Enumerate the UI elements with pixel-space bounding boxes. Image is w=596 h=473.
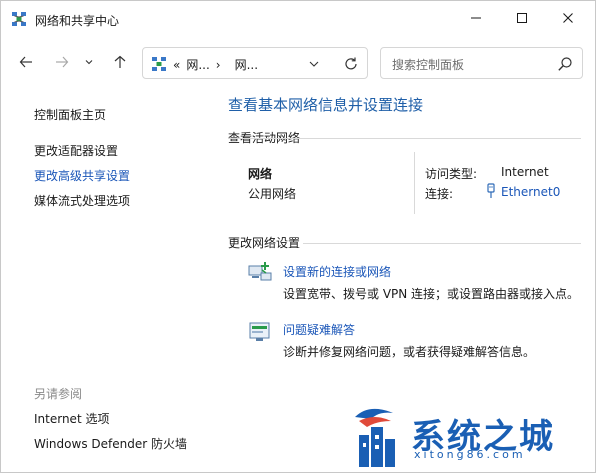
refresh-icon[interactable] xyxy=(343,56,359,72)
network-sharing-window: 网络和共享中心 « 网... › 网... 搜索控制面板 控制面板主页 更改适配… xyxy=(0,0,596,473)
access-type-value: Internet xyxy=(501,165,549,179)
see-also-internet-options[interactable]: Internet 选项 xyxy=(34,410,109,427)
setup-connection-link[interactable]: 设置新的连接或网络 xyxy=(283,263,391,280)
dropdown-chevron-icon[interactable] xyxy=(307,57,321,71)
change-settings-divider xyxy=(303,243,581,244)
maximize-icon xyxy=(517,13,527,23)
maximize-button[interactable] xyxy=(499,1,545,35)
forward-arrow-icon xyxy=(56,56,69,68)
address-network-icon xyxy=(152,57,166,71)
up-button[interactable] xyxy=(109,51,131,73)
setup-connection-description: 设置宽带、拨号或 VPN 连接；或设置路由器或接入点。 xyxy=(283,287,580,301)
troubleshoot-icon xyxy=(249,322,270,341)
network-type: 公用网络 xyxy=(248,187,297,201)
minimize-button[interactable] xyxy=(453,1,499,35)
network-name: 网络 xyxy=(248,167,273,181)
search-box[interactable]: 搜索控制面板 xyxy=(380,47,583,79)
close-icon xyxy=(563,13,573,23)
search-placeholder[interactable]: 搜索控制面板 xyxy=(392,56,464,73)
search-icon[interactable] xyxy=(557,56,573,72)
back-button[interactable] xyxy=(15,51,37,73)
sidebar-item-control-panel-home[interactable]: 控制面板主页 xyxy=(34,106,106,123)
access-type-label: 访问类型: xyxy=(425,167,478,181)
network-center-icon xyxy=(12,12,26,26)
ethernet-connection-link[interactable]: Ethernet0 xyxy=(501,185,560,199)
breadcrumb-overflow[interactable]: « xyxy=(173,58,180,72)
forward-button[interactable] xyxy=(51,51,73,73)
breadcrumb-item-2[interactable]: 网... xyxy=(235,58,258,72)
watermark-url: xitong86.com xyxy=(414,448,526,461)
see-also-heading: 另请参阅 xyxy=(34,387,83,401)
see-also-firewall[interactable]: Windows Defender 防火墙 xyxy=(34,435,187,452)
breadcrumb-separator[interactable]: › xyxy=(216,58,221,72)
navigation-bar: « 网... › 网... 搜索控制面板 xyxy=(1,41,595,83)
title-bar: 网络和共享中心 xyxy=(1,1,595,37)
close-button[interactable] xyxy=(545,1,591,35)
left-pane: 控制面板主页 更改适配器设置 更改高级共享设置 媒体流式处理选项 另请参阅 In… xyxy=(1,87,211,472)
change-settings-heading: 更改网络设置 xyxy=(228,236,301,250)
troubleshoot-link[interactable]: 问题疑难解答 xyxy=(283,321,355,338)
recent-locations-button[interactable] xyxy=(81,51,97,73)
active-networks-divider xyxy=(228,138,581,139)
sidebar-item-adapter-settings[interactable]: 更改适配器设置 xyxy=(34,142,118,159)
back-arrow-icon xyxy=(19,56,32,68)
breadcrumb-item-1[interactable]: 网... xyxy=(186,58,209,72)
page-title: 查看基本网络信息并设置连接 xyxy=(228,96,424,114)
up-arrow-icon xyxy=(114,55,126,68)
connection-label: 连接: xyxy=(425,187,454,201)
sidebar-item-advanced-sharing[interactable]: 更改高级共享设置 xyxy=(34,167,130,184)
breadcrumb: « 网... › 网... xyxy=(173,56,264,73)
minimize-icon xyxy=(471,17,481,19)
address-bar[interactable]: « 网... › 网... xyxy=(142,47,368,79)
ethernet-icon xyxy=(487,183,495,198)
window-title: 网络和共享中心 xyxy=(35,14,120,28)
sidebar-item-media-streaming[interactable]: 媒体流式处理选项 xyxy=(34,192,130,209)
new-connection-icon xyxy=(248,262,272,281)
network-info-divider xyxy=(414,152,415,214)
recent-locations-icon xyxy=(85,60,93,65)
troubleshoot-description: 诊断并修复网络问题，或者获得疑难解答信息。 xyxy=(283,345,536,359)
